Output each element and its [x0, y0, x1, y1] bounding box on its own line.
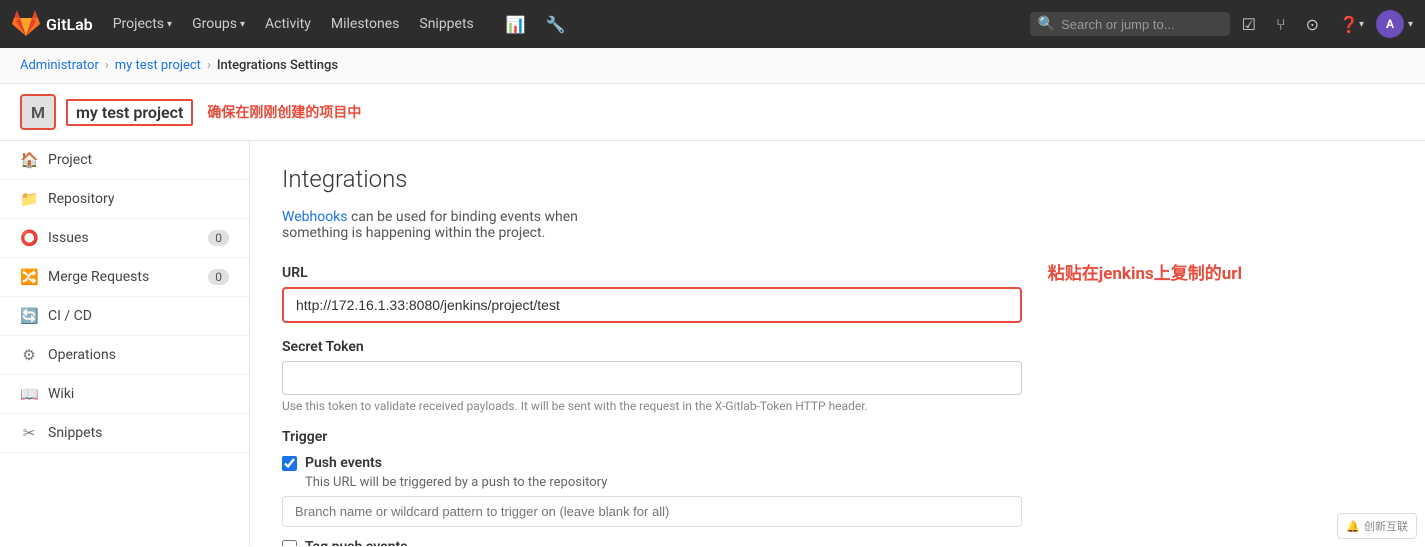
trigger-label: Trigger	[282, 429, 1022, 445]
operations-icon: ⚙	[20, 346, 38, 364]
project-annotation: 确保在刚刚创建的项目中	[207, 102, 361, 122]
project-avatar: M	[20, 94, 56, 130]
trigger-push-row: Push events	[282, 455, 1022, 471]
url-label: URL	[282, 265, 1022, 281]
page-title: Integrations	[282, 165, 1393, 193]
sidebar: 🏠 Project 📁 Repository ⭕ Issues 0 🔀 Merg…	[0, 141, 250, 546]
sidebar-item-issues[interactable]: ⭕ Issues 0	[0, 219, 249, 258]
help-icon-btn[interactable]: ❓ ▾	[1331, 9, 1372, 40]
breadcrumb: Administrator › my test project › Integr…	[0, 48, 1425, 84]
merge-request-icon-btn[interactable]: ⑂	[1268, 9, 1294, 40]
breadcrumb-admin[interactable]: Administrator	[20, 58, 99, 73]
sidebar-item-label: Merge Requests	[48, 269, 149, 285]
tag-push-events-label[interactable]: Tag push events	[305, 539, 407, 546]
webhooks-link[interactable]: Webhooks	[282, 209, 348, 225]
repository-icon: 📁	[20, 190, 38, 208]
watermark: 🔔 创新互联	[1337, 513, 1417, 539]
breadcrumb-sep-1: ›	[105, 58, 109, 73]
secret-token-input[interactable]	[282, 361, 1022, 395]
sidebar-item-label: Operations	[48, 347, 116, 363]
push-events-desc: This URL will be triggered by a push to …	[305, 475, 1022, 490]
sidebar-item-label: Wiki	[48, 386, 74, 402]
sidebar-item-snippets[interactable]: ✂ Snippets	[0, 414, 249, 453]
search-icon: 🔍	[1038, 16, 1055, 32]
trigger-tag-push-events: Tag push events This URL will be trigger…	[282, 539, 1022, 546]
gitlab-logo[interactable]: GitLab	[12, 10, 93, 38]
sidebar-item-merge-requests[interactable]: 🔀 Merge Requests 0	[0, 258, 249, 297]
project-name: my test project	[66, 99, 193, 126]
todo-icon-btn[interactable]: ☑	[1234, 9, 1264, 40]
avatar[interactable]: A	[1376, 10, 1404, 38]
project-icon: 🏠	[20, 151, 38, 169]
top-navigation: GitLab Projects ▾ Groups ▾ Activity Mile…	[0, 0, 1425, 48]
trigger-push-events: Push events This URL will be triggered b…	[282, 455, 1022, 527]
trigger-tag-row: Tag push events	[282, 539, 1022, 546]
breadcrumb-sep-2: ›	[207, 58, 211, 73]
nav-milestones[interactable]: Milestones	[323, 12, 408, 36]
url-group: URL 粘贴在jenkins上复制的url	[282, 265, 1022, 323]
issues-icon-btn[interactable]: ⊙	[1298, 9, 1327, 40]
tag-push-events-checkbox[interactable]	[282, 540, 297, 547]
sidebar-item-label: CI / CD	[48, 308, 92, 324]
trigger-group: Trigger Push events This URL will be tri…	[282, 429, 1022, 546]
sidebar-item-project[interactable]: 🏠 Project	[0, 141, 249, 180]
sidebar-item-wiki[interactable]: 📖 Wiki	[0, 375, 249, 414]
chart-icon-btn[interactable]: 📊	[498, 9, 534, 40]
main-layout: 🏠 Project 📁 Repository ⭕ Issues 0 🔀 Merg…	[0, 141, 1425, 546]
avatar-chevron-icon: ▾	[1408, 19, 1413, 30]
push-events-label[interactable]: Push events	[305, 455, 382, 471]
projects-chevron-icon: ▾	[167, 19, 172, 30]
nav-snippets[interactable]: Snippets	[411, 12, 481, 36]
secret-token-group: Secret Token Use this token to validate …	[282, 339, 1022, 413]
merge-requests-badge: 0	[208, 269, 229, 285]
sidebar-item-label: Project	[48, 152, 92, 168]
breadcrumb-current: Integrations Settings	[217, 58, 338, 73]
webhook-form: URL 粘贴在jenkins上复制的url Secret Token Use t…	[282, 265, 1022, 546]
secret-token-label: Secret Token	[282, 339, 1022, 355]
groups-chevron-icon: ▾	[240, 19, 245, 30]
sidebar-item-label: Snippets	[48, 425, 102, 441]
issues-badge: 0	[208, 230, 229, 246]
breadcrumb-project[interactable]: my test project	[115, 58, 201, 73]
push-events-branch-input[interactable]	[282, 496, 1022, 527]
issues-icon: ⭕	[20, 229, 38, 247]
help-chevron-icon: ▾	[1359, 19, 1364, 30]
search-input[interactable]	[1061, 17, 1201, 32]
snippets-icon: ✂	[20, 424, 38, 442]
nav-projects[interactable]: Projects ▾	[105, 12, 180, 36]
cicd-icon: 🔄	[20, 307, 38, 325]
topnav-right: 🔍 ☑ ⑂ ⊙ ❓ ▾ A ▾	[1030, 9, 1413, 40]
push-events-checkbox[interactable]	[282, 456, 297, 471]
sidebar-item-label: Repository	[48, 191, 114, 207]
project-header: M my test project 确保在刚刚创建的项目中	[0, 84, 1425, 141]
search-container[interactable]: 🔍	[1030, 12, 1230, 36]
watermark-text: 创新互联	[1364, 518, 1408, 534]
nav-activity[interactable]: Activity	[257, 12, 319, 36]
brand-text: GitLab	[46, 15, 93, 34]
sidebar-item-operations[interactable]: ⚙ Operations	[0, 336, 249, 375]
sidebar-item-cicd[interactable]: 🔄 CI / CD	[0, 297, 249, 336]
main-content: Integrations Webhooks can be used for bi…	[250, 141, 1425, 546]
url-input[interactable]	[282, 287, 1022, 323]
merge-requests-icon: 🔀	[20, 268, 38, 286]
wrench-icon-btn[interactable]: 🔧	[538, 9, 574, 40]
secret-token-hint: Use this token to validate received payl…	[282, 399, 1022, 413]
watermark-icon: 🔔	[1346, 520, 1360, 533]
sidebar-item-label: Issues	[48, 230, 89, 246]
url-annotation: 粘贴在jenkins上复制的url	[1048, 259, 1242, 284]
nav-groups[interactable]: Groups ▾	[184, 12, 253, 36]
content-description: Webhooks can be used for binding events …	[282, 209, 602, 241]
wiki-icon: 📖	[20, 385, 38, 403]
sidebar-item-repository[interactable]: 📁 Repository	[0, 180, 249, 219]
